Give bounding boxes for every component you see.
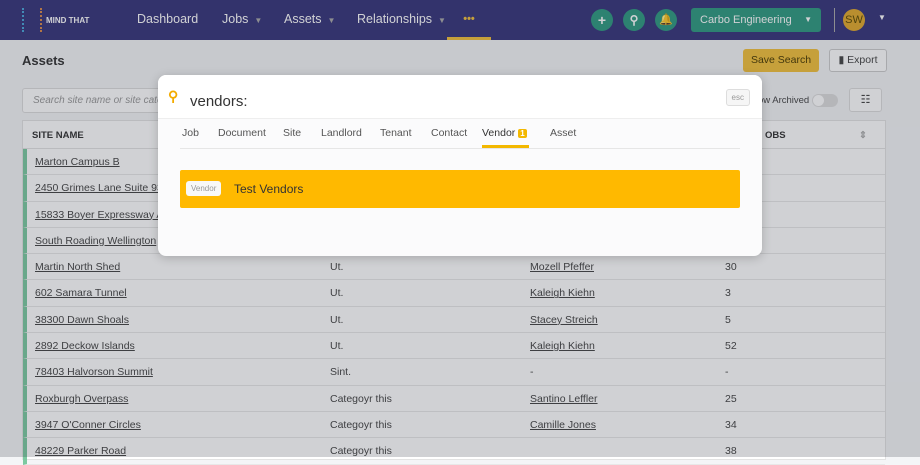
search-icon: ⚲ [168,88,179,104]
tab-asset[interactable]: Asset [550,127,576,139]
vendor-count-badge: 1 [518,129,527,138]
tab-landlord[interactable]: Landlord [321,127,362,139]
esc-button[interactable]: esc [725,89,750,106]
search-header: ⚲ vendors: esc [158,75,762,119]
tab-job[interactable]: Job [182,127,199,139]
tab-vendor-label: Vendor [482,127,516,139]
global-search-modal: ⚲ vendors: esc Job Document Site Landlor… [158,75,762,256]
tab-document[interactable]: Document [218,127,266,139]
search-tabs: Job Document Site Landlord Tenant Contac… [180,120,740,149]
tab-tenant[interactable]: Tenant [380,127,412,139]
search-result-item[interactable]: Vendor Test Vendors [180,170,740,208]
tab-site[interactable]: Site [283,127,301,139]
tab-vendor[interactable]: Vendor 1 [482,127,529,148]
result-type-badge: Vendor [186,181,222,196]
global-search-input[interactable]: vendors: [190,93,248,110]
tab-contact[interactable]: Contact [431,127,467,139]
result-title: Test Vendors [234,182,304,196]
